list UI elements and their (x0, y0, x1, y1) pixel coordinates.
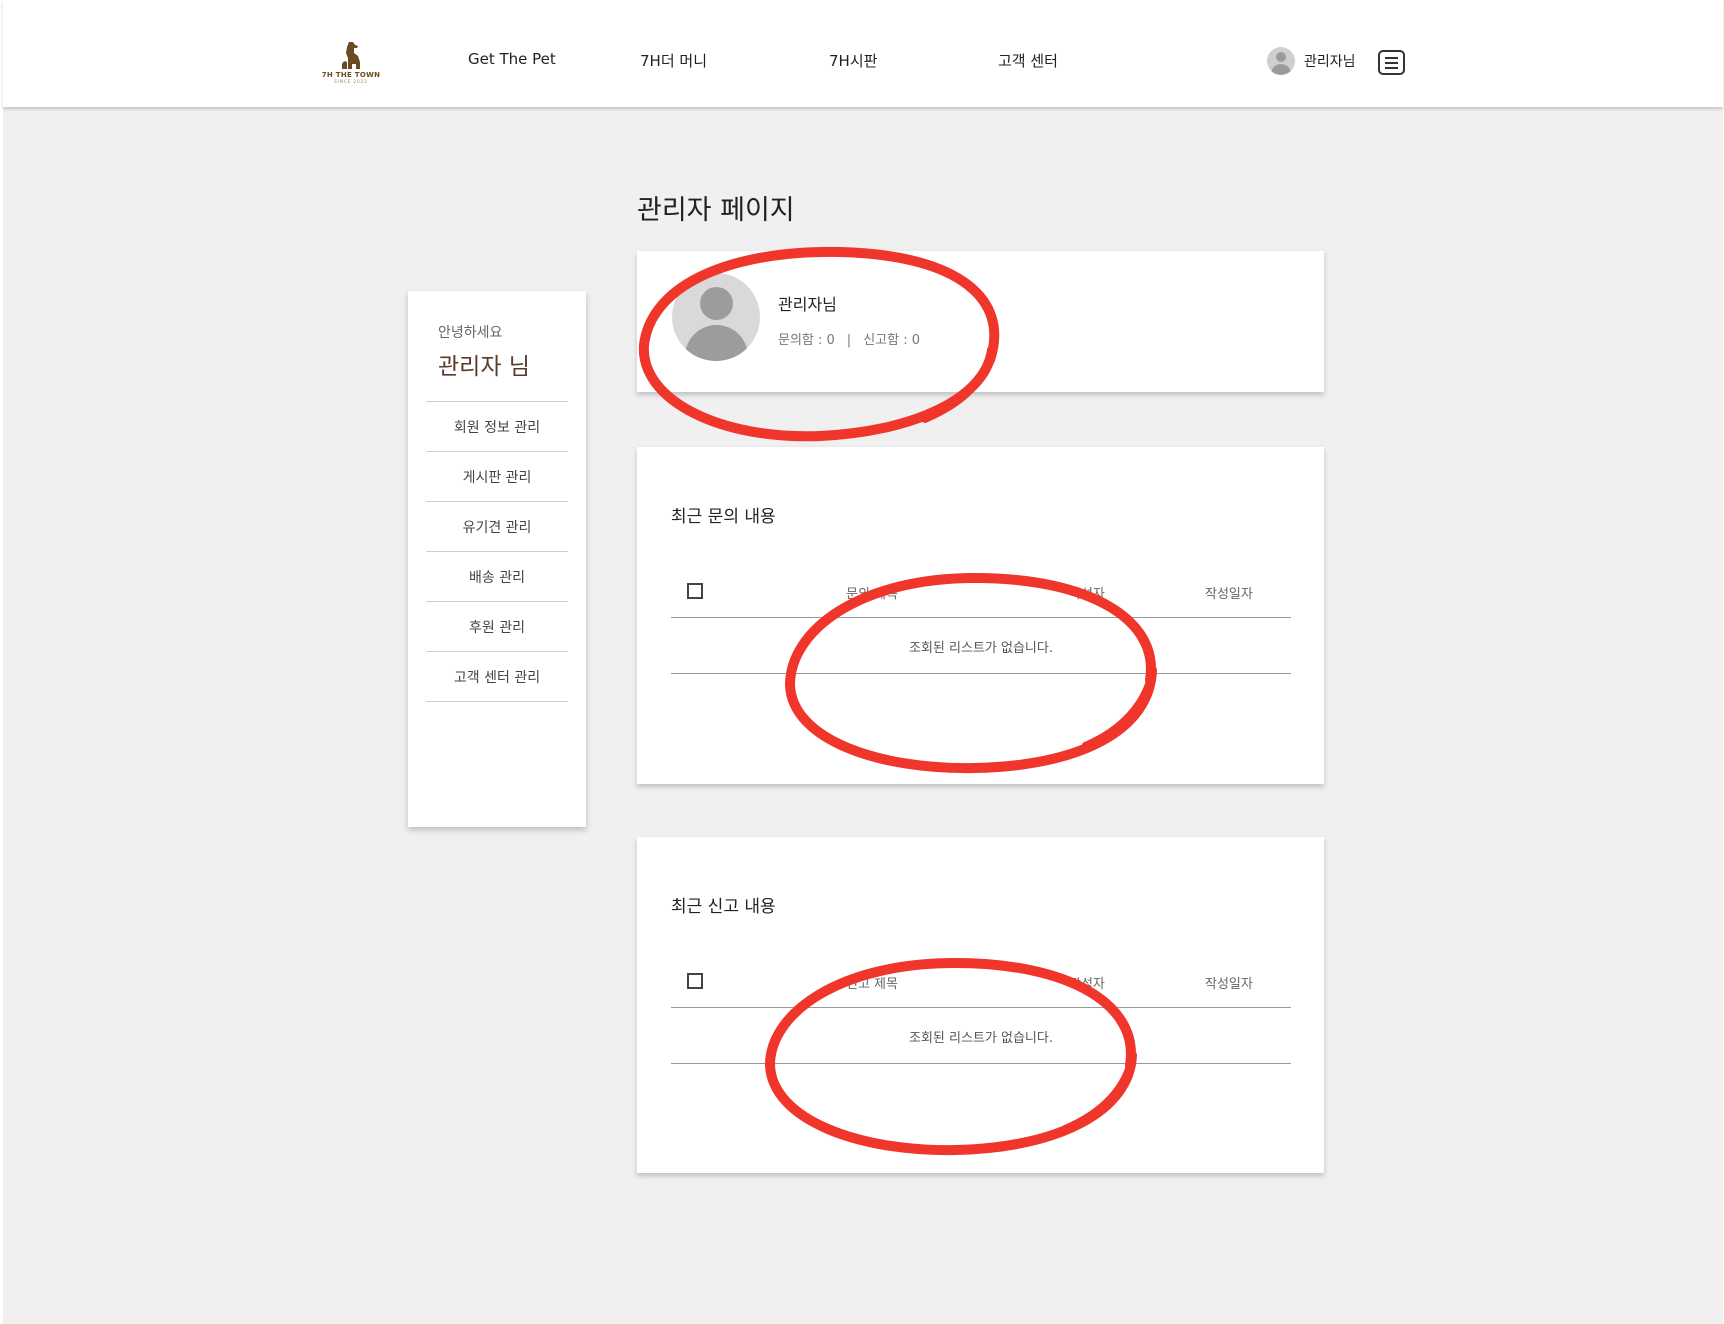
recent-reports-card: 최근 신고 내용 신고 제목 작성자 작성일자 조회된 리스트가 없습니다. (637, 837, 1324, 1173)
inquiries-table-header: 문의 제목 작성자 작성일자 (671, 577, 1291, 618)
nav-customer-center[interactable]: 고객 센터 (998, 50, 1058, 71)
recent-inquiries-card: 최근 문의 내용 문의 제목 작성자 작성일자 조회된 리스트가 없습니다. (637, 447, 1324, 784)
reports-select-all-checkbox[interactable] (687, 973, 703, 989)
report-count[interactable]: 신고함 : 0 (863, 333, 920, 348)
logo-tagline: SINCE 2022 (334, 79, 368, 84)
inquiries-col-date: 작성일자 (1205, 587, 1253, 602)
sidebar-item-customer-center-management[interactable]: 고객 센터 관리 (426, 652, 568, 702)
sidebar-item-stray-dog-management[interactable]: 유기견 관리 (426, 502, 568, 552)
nav-money[interactable]: 7H더 머니 (640, 50, 707, 71)
sidebar-item-delivery-management[interactable]: 배송 관리 (426, 552, 568, 602)
user-name-label: 관리자님 (1304, 54, 1356, 70)
recent-inquiries-title: 최근 문의 내용 (671, 507, 776, 527)
sidebar-item-member-management[interactable]: 회원 정보 관리 (426, 402, 568, 452)
sidebar-item-donation-management[interactable]: 후원 관리 (426, 602, 568, 652)
page-background: 7H THE TOWN SINCE 2022 Get The Pet 7H더 머… (3, 0, 1723, 1324)
inquiries-select-all-checkbox[interactable] (687, 583, 703, 599)
page-title: 관리자 페이지 (637, 195, 795, 226)
profile-stats: 문의함 : 0 | 신고함 : 0 (778, 329, 920, 348)
user-avatar-icon (1267, 47, 1295, 75)
user-menu[interactable]: 관리자님 (1267, 47, 1356, 75)
reports-table-header: 신고 제목 작성자 작성일자 (671, 967, 1291, 1008)
brand-logo[interactable]: 7H THE TOWN SINCE 2022 (321, 40, 381, 88)
sidebar-item-board-management[interactable]: 게시판 관리 (426, 452, 568, 502)
hamburger-menu-icon[interactable] (1378, 50, 1405, 75)
sidebar-admin-name: 관리자 님 (438, 354, 530, 380)
inquiries-col-writer: 작성자 (1069, 587, 1105, 602)
inquiry-count[interactable]: 문의함 : 0 (778, 333, 835, 348)
stats-separator: | (846, 333, 852, 348)
nav-get-the-pet[interactable]: Get The Pet (468, 50, 556, 68)
admin-sidebar: 안녕하세요 관리자 님 회원 정보 관리 게시판 관리 유기견 관리 배송 관리… (408, 291, 586, 827)
nav-board[interactable]: 7H시판 (829, 50, 877, 71)
dog-logo-icon (342, 42, 360, 69)
sidebar-greeting: 안녕하세요 (438, 325, 503, 341)
reports-col-title: 신고 제목 (846, 977, 898, 992)
top-navigation-bar: 7H THE TOWN SINCE 2022 Get The Pet 7H더 머… (3, 0, 1723, 107)
admin-profile-card: 관리자님 문의함 : 0 | 신고함 : 0 (637, 251, 1324, 392)
profile-avatar-icon (672, 273, 760, 361)
inquiries-col-title: 문의 제목 (846, 587, 898, 602)
reports-col-writer: 작성자 (1069, 977, 1105, 992)
reports-empty-message: 조회된 리스트가 없습니다. (671, 1009, 1291, 1064)
sidebar-menu: 회원 정보 관리 게시판 관리 유기견 관리 배송 관리 후원 관리 고객 센터… (426, 401, 568, 702)
reports-col-date: 작성일자 (1205, 977, 1253, 992)
recent-reports-title: 최근 신고 내용 (671, 897, 776, 917)
logo-brand-text: 7H THE TOWN (321, 71, 381, 79)
inquiries-empty-message: 조회된 리스트가 없습니다. (671, 619, 1291, 674)
profile-name: 관리자님 (778, 295, 837, 314)
